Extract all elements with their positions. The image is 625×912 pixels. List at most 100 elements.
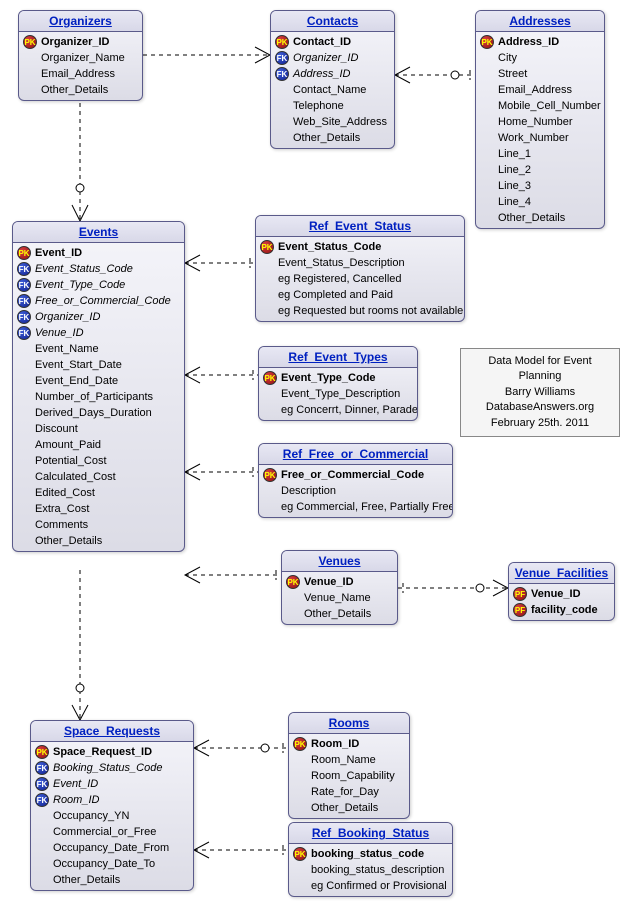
attribute-row: FKOrganizer_ID	[271, 50, 394, 66]
attribute-name: Venue_Name	[304, 592, 371, 604]
attribute-name: Edited_Cost	[35, 487, 95, 499]
entity-space-requests: Space_Requests PKSpace_Request_IDFKBooki…	[30, 720, 194, 891]
pk-key-icon: PK	[35, 745, 49, 759]
attribute-name: Rate_for_Day	[311, 786, 379, 798]
attribute-row: FKVenue_ID	[13, 325, 184, 341]
attribute-name: Line_2	[498, 164, 531, 176]
pk-key-icon: PK	[293, 737, 307, 751]
attribute-name: Event_ID	[35, 247, 82, 259]
fk-key-icon: FK	[17, 278, 31, 292]
entity-addresses: Addresses PKAddress_IDCityStreetEmail_Ad…	[475, 10, 605, 229]
fk-key-icon: FK	[17, 294, 31, 308]
attribute-name: Space_Request_ID	[53, 746, 152, 758]
attribute-row: PKFree_or_Commercial_Code	[259, 467, 452, 483]
attribute-row: Edited_Cost	[13, 485, 184, 501]
entity-title: Ref_Event_Status	[256, 216, 464, 237]
attribute-row: Event_Status_Description	[256, 255, 464, 271]
entity-ref-event-types: Ref_Event_Types PKEvent_Type_CodeEvent_T…	[258, 346, 418, 421]
attribute-name: Work_Number	[498, 132, 569, 144]
attribute-name: Calculated_Cost	[35, 471, 116, 483]
attribute-name: eg Concerrt, Dinner, Parade	[281, 404, 418, 416]
fk-key-icon: FK	[275, 67, 289, 81]
attribute-name: Event_Name	[35, 343, 99, 355]
attribute-name: Street	[498, 68, 527, 80]
attribute-row: Event_Type_Description	[259, 386, 417, 402]
attribute-name: Extra_Cost	[35, 503, 89, 515]
attribute-name: eg Confirmed or Provisional	[311, 880, 447, 892]
attribute-row: PK Space_Request_ID	[31, 744, 193, 760]
attribute-row: FKOrganizer_ID	[13, 309, 184, 325]
attribute-name: Potential_Cost	[35, 455, 107, 467]
attribute-row: Email_Address	[476, 82, 604, 98]
attribute-name: eg Completed and Paid	[278, 289, 393, 301]
attribute-row: eg Commercial, Free, Partially Free	[259, 499, 452, 515]
entity-attrs: PKAddress_IDCityStreetEmail_AddressMobil…	[476, 32, 604, 228]
entity-attrs: PKFree_or_Commercial_CodeDescriptioneg C…	[259, 465, 452, 517]
entity-venue-facilities: Venue_Facilities PFVenue_IDPFfacility_co…	[508, 562, 615, 621]
attribute-name: Line_4	[498, 196, 531, 208]
attribute-name: Event_End_Date	[35, 375, 118, 387]
attribute-row: Other_Details	[31, 872, 193, 888]
entity-title: Space_Requests	[31, 721, 193, 742]
attribute-name: Occupancy_Date_From	[53, 842, 169, 854]
attribute-name: Event_Type_Description	[281, 388, 400, 400]
attribute-name: Occupancy_YN	[53, 810, 129, 822]
entity-events: Events PKEvent_IDFKEvent_Status_CodeFKEv…	[12, 221, 185, 552]
entity-title: Addresses	[476, 11, 604, 32]
attribute-name: Address_ID	[293, 68, 350, 80]
entity-contacts: Contacts PKContact_IDFKOrganizer_IDFKAdd…	[270, 10, 395, 149]
attribute-row: Room_Name	[289, 752, 409, 768]
note-line: February 25th. 2011	[469, 416, 611, 431]
pk-key-icon: PK	[263, 371, 277, 385]
attribute-row: Organizer_Name	[19, 50, 142, 66]
entity-title: Contacts	[271, 11, 394, 32]
attribute-name: Free_or_Commercial_Code	[35, 295, 171, 307]
attribute-row: Number_of_Participants	[13, 389, 184, 405]
attribute-name: Other_Details	[498, 212, 565, 224]
attribute-name: Other_Details	[35, 535, 102, 547]
attribute-name: Other_Details	[311, 802, 378, 814]
attribute-row: Line_4	[476, 194, 604, 210]
attribute-name: Event_Status_Description	[278, 257, 405, 269]
attribute-row: eg Concerrt, Dinner, Parade	[259, 402, 417, 418]
entity-ref-event-status: Ref_Event_Status PKEvent_Status_CodeEven…	[255, 215, 465, 322]
attribute-name: Event_Status_Code	[35, 263, 133, 275]
attribute-row: PFVenue_ID	[509, 586, 614, 602]
attribute-row: eg Registered, Cancelled	[256, 271, 464, 287]
attribute-row: Home_Number	[476, 114, 604, 130]
attribute-row: Venue_Name	[282, 590, 397, 606]
attribute-row: Extra_Cost	[13, 501, 184, 517]
entity-rooms: Rooms PKRoom_IDRoom_NameRoom_CapabilityR…	[288, 712, 410, 819]
entity-title: Organizers	[19, 11, 142, 32]
attribute-row: Potential_Cost	[13, 453, 184, 469]
attribute-name: Email_Address	[498, 84, 572, 96]
attribute-row: Occupancy_Date_From	[31, 840, 193, 856]
attribute-row: Discount	[13, 421, 184, 437]
attribute-row: Room_Capability	[289, 768, 409, 784]
attribute-row: PK Event_ID	[13, 245, 184, 261]
attribute-name: booking_status_description	[311, 864, 444, 876]
entity-title: Ref_Event_Types	[259, 347, 417, 368]
attribute-name: Derived_Days_Duration	[35, 407, 152, 419]
attribute-row: Other_Details	[13, 533, 184, 549]
entity-title: Ref_Free_or_Commercial	[259, 444, 452, 465]
attribute-name: Free_or_Commercial_Code	[281, 469, 424, 481]
attribute-row: PFfacility_code	[509, 602, 614, 618]
pf-key-icon: PF	[513, 603, 527, 617]
pk-key-icon: PK	[17, 246, 31, 260]
attribute-name: Event_Status_Code	[278, 241, 381, 253]
attribute-row: Commercial_or_Free	[31, 824, 193, 840]
attribute-row: FKRoom_ID	[31, 792, 193, 808]
pk-key-icon: PK	[293, 847, 307, 861]
pk-key-icon: PK	[286, 575, 300, 589]
attribute-row: Event_End_Date	[13, 373, 184, 389]
attribute-name: booking_status_code	[311, 848, 424, 860]
entity-attrs: PKOrganizer_IDOrganizer_NameEmail_Addres…	[19, 32, 142, 100]
attribute-name: Event_Type_Code	[35, 279, 125, 291]
entity-attrs: PKEvent_Status_CodeEvent_Status_Descript…	[256, 237, 464, 321]
attribute-name: Number_of_Participants	[35, 391, 153, 403]
pf-key-icon: PF	[513, 587, 527, 601]
attribute-row: FKEvent_Status_Code	[13, 261, 184, 277]
attribute-row: eg Requested but rooms not available	[256, 303, 464, 319]
attribute-row: Telephone	[271, 98, 394, 114]
